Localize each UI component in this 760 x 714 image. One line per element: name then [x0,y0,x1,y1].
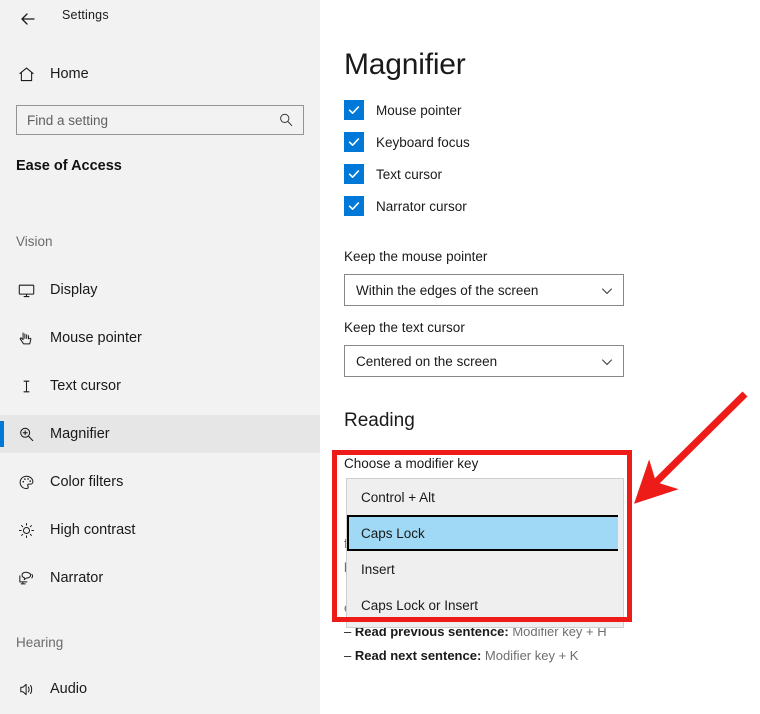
chevron-down-icon[interactable] [600,284,614,298]
sidebar-item-high-contrast[interactable]: High contrast [0,511,320,549]
settings-window: Settings Home Ease of Access Vision [0,0,760,714]
page-category-title: Ease of Access [16,158,122,174]
text-caret-icon [14,374,38,398]
dropdown-scrollbar[interactable] [618,479,623,627]
sidebar-item-magnifier-label: Magnifier [50,426,110,442]
select-keep-text-cursor[interactable]: Centered on the screen [344,345,624,377]
checkbox-row-keyboard-focus[interactable]: Keyboard focus [344,132,470,152]
sun-icon [14,518,38,542]
checkbox-label-keyboard-focus: Keyboard focus [376,134,470,150]
select-keep-text-cursor-value: Centered on the screen [356,353,498,369]
narrator-speech-icon [14,566,38,590]
checkbox-row-narrator-cursor[interactable]: Narrator cursor [344,196,467,216]
label-keep-mouse-pointer: Keep the mouse pointer [344,249,488,264]
sidebar-item-color-filters-label: Color filters [50,474,124,490]
title-bar: Settings [0,0,320,40]
sidebar-item-display-label: Display [50,282,98,298]
back-arrow-icon[interactable] [13,4,43,34]
dropdown-modifier-key-list[interactable]: Control + Alt Caps Lock Insert Caps Lock… [346,478,624,628]
home-icon [14,62,38,86]
dropdown-option-caps-lock-or-insert[interactable]: Caps Lock or Insert [347,587,623,623]
reading-text-line-5-text: Modifier key + K [481,648,579,663]
search-icon[interactable] [277,111,295,129]
search-input[interactable] [27,107,257,133]
checkbox-label-narrator-cursor: Narrator cursor [376,198,467,214]
checkbox-label-text-cursor: Text cursor [376,166,443,182]
sidebar-item-home[interactable]: Home [0,58,320,90]
dropdown-option-caps-lock[interactable]: Caps Lock [347,515,623,551]
sidebar-item-narrator[interactable]: Narrator [0,559,320,597]
sidebar-group-vision-title: Vision [16,234,53,249]
sidebar-item-color-filters[interactable]: Color filters [0,463,320,501]
checkbox-narrator-cursor[interactable] [344,196,364,216]
sidebar-item-audio[interactable]: Audio [0,670,320,708]
reading-text-line-5: – Read next sentence: Modifier key + K [344,648,579,663]
search-box[interactable] [16,105,304,135]
sidebar-group-hearing-title: Hearing [16,635,64,650]
sidebar-item-text-cursor-label: Text cursor [50,378,121,394]
sidebar: Settings Home Ease of Access Vision [0,0,320,714]
checkbox-keyboard-focus[interactable] [344,132,364,152]
speaker-icon [14,677,38,701]
monitor-icon [14,278,38,302]
palette-icon [14,470,38,494]
sidebar-item-text-cursor[interactable]: Text cursor [0,367,320,405]
app-title: Settings [62,8,109,22]
dropdown-option-control-alt[interactable]: Control + Alt [347,479,623,515]
sidebar-item-magnifier[interactable]: Magnifier [0,415,320,453]
checkbox-mouse-pointer[interactable] [344,100,364,120]
sidebar-item-display[interactable]: Display [0,271,320,309]
sidebar-item-high-contrast-label: High contrast [50,522,136,538]
dropdown-option-insert[interactable]: Insert [347,551,623,587]
sidebar-item-audio-label: Audio [50,681,88,697]
label-choose-modifier-key: Choose a modifier key [344,456,479,471]
section-heading-reading: Reading [344,410,415,431]
checkbox-text-cursor[interactable] [344,164,364,184]
label-keep-text-cursor: Keep the text cursor [344,320,465,335]
reading-text-line-5-bold: Read next sentence: [354,648,482,663]
select-keep-mouse-pointer-value: Within the edges of the screen [356,282,539,298]
sidebar-item-narrator-label: Narrator [50,570,104,586]
magnifier-plus-icon [14,422,38,446]
sidebar-item-mouse-pointer-label: Mouse pointer [50,330,142,346]
page-title: Magnifier [344,48,466,81]
select-keep-mouse-pointer[interactable]: Within the edges of the screen [344,274,624,306]
sidebar-item-mouse-pointer[interactable]: Mouse pointer [0,319,320,357]
checkbox-row-text-cursor[interactable]: Text cursor [344,164,442,184]
checkbox-row-mouse-pointer[interactable]: Mouse pointer [344,100,462,120]
sidebar-home-label: Home [50,66,89,82]
pointer-hand-icon [14,326,38,350]
chevron-down-icon[interactable] [600,355,614,369]
checkbox-label-mouse-pointer: Mouse pointer [376,102,462,118]
